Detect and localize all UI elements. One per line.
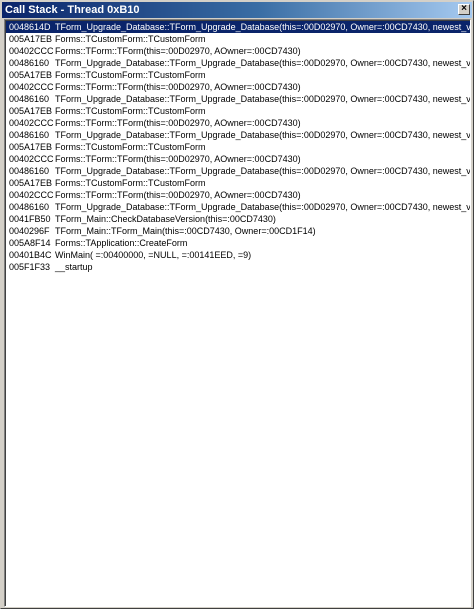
call-stack-list[interactable]: 0048614DTForm_Upgrade_Database::TForm_Up… [4,19,471,607]
frame-function: Forms::TCustomForm::TCustomForm [55,178,206,188]
frame-address: 00486160 [9,202,50,212]
frame-address: 00486160 [9,166,50,176]
frame-function: TForm_Upgrade_Database::TForm_Upgrade_Da… [55,202,470,212]
stack-frame-row[interactable]: 00402CCCForms::TForm::TForm(this=:00D029… [6,117,470,129]
call-stack-frames: 0048614DTForm_Upgrade_Database::TForm_Up… [5,20,470,606]
frame-address: 00402CCC [9,118,54,128]
frame-address: 005A8F14 [9,238,51,248]
frame-address: 0040296F [9,226,50,236]
stack-frame-row[interactable]: 0041FB50 TForm_Main::CheckDatabaseVersion… [6,213,470,225]
frame-address: 005A17EB [9,106,53,116]
call-stack-window: Call Stack - Thread 0xB10 × 0048614D TFor… [0,0,474,609]
frame-address: 00402CCC [9,82,54,92]
stack-frame-row[interactable]: 005A17EB Forms::TCustomForm::TCustomForm [6,177,470,189]
frame-address: 00486160 [9,94,50,104]
window-title: Call Stack - Thread 0xB10 [5,4,140,16]
stack-frame-row[interactable]: 005A17EB Forms::TCustomForm::TCustomForm [6,105,470,117]
frame-address: 00402CCC [9,154,54,164]
stack-frame-row[interactable]: 005A8F14 Forms::TApplication::CreateForm [6,237,470,249]
frame-address: 0041FB50 [9,214,51,224]
frame-function: Forms::TCustomForm::TCustomForm [55,70,206,80]
frame-address: 00486160 [9,58,50,68]
frame-address: 0048614D [9,22,51,32]
frame-function: Forms::TForm::TForm(this=:00D02970, AOwn… [55,118,301,128]
stack-frame-row[interactable]: 00402CCCForms::TForm::TForm(this=:00D029… [6,81,470,93]
title-bar[interactable]: Call Stack - Thread 0xB10 × [2,2,472,18]
frame-function: Forms::TCustomForm::TCustomForm [55,106,206,116]
frame-function: __startup [55,262,93,272]
stack-frame-row[interactable]: 00401B4C WinMain( =:00400000, =NULL, =:00… [6,249,470,261]
frame-address: 00401B4C [9,250,52,260]
stack-frame-row[interactable]: 00486160 TForm_Upgrade_Database::TForm_Up… [6,129,470,141]
frame-address: 005F1F33 [9,262,51,272]
close-icon: × [461,3,467,14]
frame-function: TForm_Upgrade_Database::TForm_Upgrade_Da… [55,166,470,176]
frame-address: 005A17EB [9,178,53,188]
stack-frame-row[interactable]: 0040296F TForm_Main::TForm_Main(this=:00C… [6,225,470,237]
frame-function: Forms::TForm::TForm(this=:00D02970, AOwn… [55,82,301,92]
frame-function: TForm_Upgrade_Database::TForm_Upgrade_Da… [55,22,470,32]
frame-function: TForm_Upgrade_Database::TForm_Upgrade_Da… [55,58,470,68]
stack-frame-row[interactable]: 00486160 TForm_Upgrade_Database::TForm_Up… [6,93,470,105]
frame-function: Forms::TForm::TForm(this=:00D02970, AOwn… [55,190,301,200]
frame-function: Forms::TApplication::CreateForm [55,238,188,248]
frame-function: TForm_Upgrade_Database::TForm_Upgrade_Da… [55,94,470,104]
frame-function: Forms::TCustomForm::TCustomForm [55,142,206,152]
stack-frame-row[interactable]: 00402CCCForms::TForm::TForm(this=:00D029… [6,45,470,57]
frame-function: TForm_Main::CheckDatabaseVersion(this=:0… [55,214,276,224]
stack-frame-row[interactable]: 00402CCCForms::TForm::TForm(this=:00D029… [6,153,470,165]
frame-address: 00486160 [9,130,50,140]
stack-frame-row[interactable]: 00486160 TForm_Upgrade_Database::TForm_Up… [6,57,470,69]
frame-function: Forms::TCustomForm::TCustomForm [55,34,206,44]
stack-frame-row[interactable]: 00486160 TForm_Upgrade_Database::TForm_Up… [6,201,470,213]
stack-frame-row[interactable]: 005F1F33 __startup [6,261,470,273]
stack-frame-row[interactable]: 0048614D TForm_Upgrade_Database::TForm_Up… [6,21,470,33]
frame-function: TForm_Upgrade_Database::TForm_Upgrade_Da… [55,130,470,140]
frame-address: 005A17EB [9,34,53,44]
frame-function: Forms::TForm::TForm(this=:00D02970, AOwn… [55,154,301,164]
close-button[interactable]: × [458,3,470,15]
stack-frame-row[interactable]: 005A17EB Forms::TCustomForm::TCustomForm [6,69,470,81]
frame-address: 00402CCC [9,190,54,200]
frame-address: 005A17EB [9,142,53,152]
stack-frame-row[interactable]: 005A17EB Forms::TCustomForm::TCustomForm [6,141,470,153]
frame-function: Forms::TForm::TForm(this=:00D02970, AOwn… [55,46,301,56]
stack-frame-row[interactable]: 00486160 TForm_Upgrade_Database::TForm_Up… [6,165,470,177]
stack-frame-row[interactable]: 00402CCCForms::TForm::TForm(this=:00D029… [6,189,470,201]
frame-address: 00402CCC [9,46,54,56]
frame-address: 005A17EB [9,70,53,80]
frame-function: TForm_Main::TForm_Main(this=:00CD7430, O… [55,226,316,236]
stack-frame-row[interactable]: 005A17EB Forms::TCustomForm::TCustomForm [6,33,470,45]
frame-function: WinMain( =:00400000, =NULL, =:00141EED, … [55,250,252,260]
